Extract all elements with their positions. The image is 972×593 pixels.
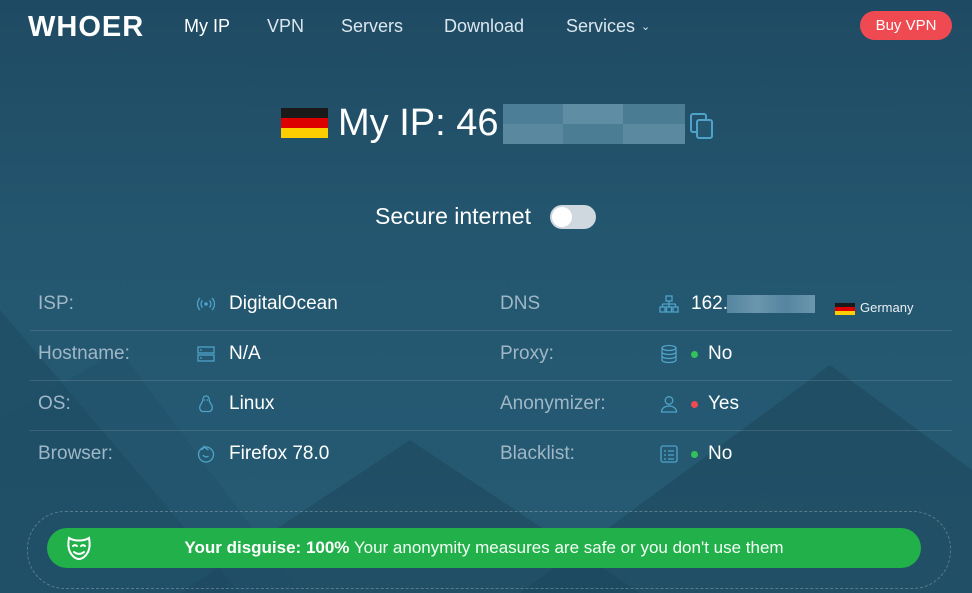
list-icon	[660, 445, 678, 463]
table-row: Browser: Firefox 78.0 Blacklist: No	[30, 430, 952, 480]
browser-value: Firefox 78.0	[229, 443, 330, 464]
copy-icon[interactable]	[689, 112, 715, 140]
browser-label: Browser:	[38, 443, 113, 464]
table-row: ISP: DigitalOcean DNS 162. Germany	[30, 280, 952, 331]
blacklist-status-dot	[691, 451, 698, 458]
toggle-knob	[552, 207, 572, 227]
germany-flag-icon	[835, 303, 855, 315]
os-value: Linux	[229, 393, 275, 414]
buy-vpn-button[interactable]: Buy VPN	[860, 11, 952, 40]
nav-my-ip[interactable]: My IP	[184, 16, 230, 37]
isp-label: ISP:	[38, 293, 74, 314]
ip-address-label: My IP: 46	[338, 102, 499, 144]
blacklist-label: Blacklist:	[500, 443, 575, 464]
disguise-description: Your anonymity measures are safe or you …	[349, 538, 784, 557]
anonymizer-label: Anonymizer:	[500, 393, 606, 414]
chevron-down-icon: ⌄	[641, 21, 651, 33]
proxy-value: No	[708, 343, 733, 364]
secure-internet-label: Secure internet	[375, 203, 531, 229]
germany-flag-icon	[281, 108, 328, 138]
table-row: OS: Linux Anonymizer: Yes	[30, 380, 952, 431]
logo[interactable]: WHOER	[28, 11, 144, 44]
hostname-value: N/A	[229, 343, 261, 364]
linux-icon	[199, 395, 213, 413]
dns-country: Germany	[860, 300, 914, 315]
nav-download[interactable]: Download	[444, 16, 524, 37]
proxy-label: Proxy:	[500, 343, 554, 364]
user-icon	[660, 396, 678, 413]
firefox-icon	[197, 445, 215, 463]
disguise-status-bar: Your disguise: 100% Your anonymity measu…	[47, 528, 921, 568]
secure-internet-toggle[interactable]	[550, 205, 596, 229]
nav-servers[interactable]: Servers	[341, 16, 403, 37]
blacklist-value: No	[708, 443, 733, 464]
isp-value: DigitalOcean	[229, 293, 338, 314]
dns-label: DNS	[500, 293, 541, 314]
ip-address-redacted	[503, 104, 685, 144]
network-icon	[659, 295, 679, 313]
top-navigation: WHOER My IP VPN Servers Download Service…	[0, 0, 972, 52]
anonymizer-value: Yes	[708, 393, 739, 414]
dns-value: 162.	[691, 293, 728, 314]
hostname-label: Hostname:	[38, 343, 130, 364]
nav-services[interactable]: Services ⌄	[566, 16, 650, 37]
wifi-signal-icon	[196, 297, 216, 311]
os-label: OS:	[38, 393, 71, 414]
dns-redacted	[727, 295, 815, 313]
disguise-score: Your disguise: 100%	[184, 538, 350, 557]
table-row: Hostname: N/A Proxy: No	[30, 330, 952, 381]
server-icon	[197, 346, 215, 362]
nav-services-label: Services	[566, 16, 636, 36]
database-icon	[661, 344, 677, 364]
nav-vpn[interactable]: VPN	[267, 16, 304, 37]
anonymizer-status-dot	[691, 401, 698, 408]
disguise-message: Your disguise: 100% Your anonymity measu…	[47, 538, 921, 558]
proxy-status-dot	[691, 351, 698, 358]
